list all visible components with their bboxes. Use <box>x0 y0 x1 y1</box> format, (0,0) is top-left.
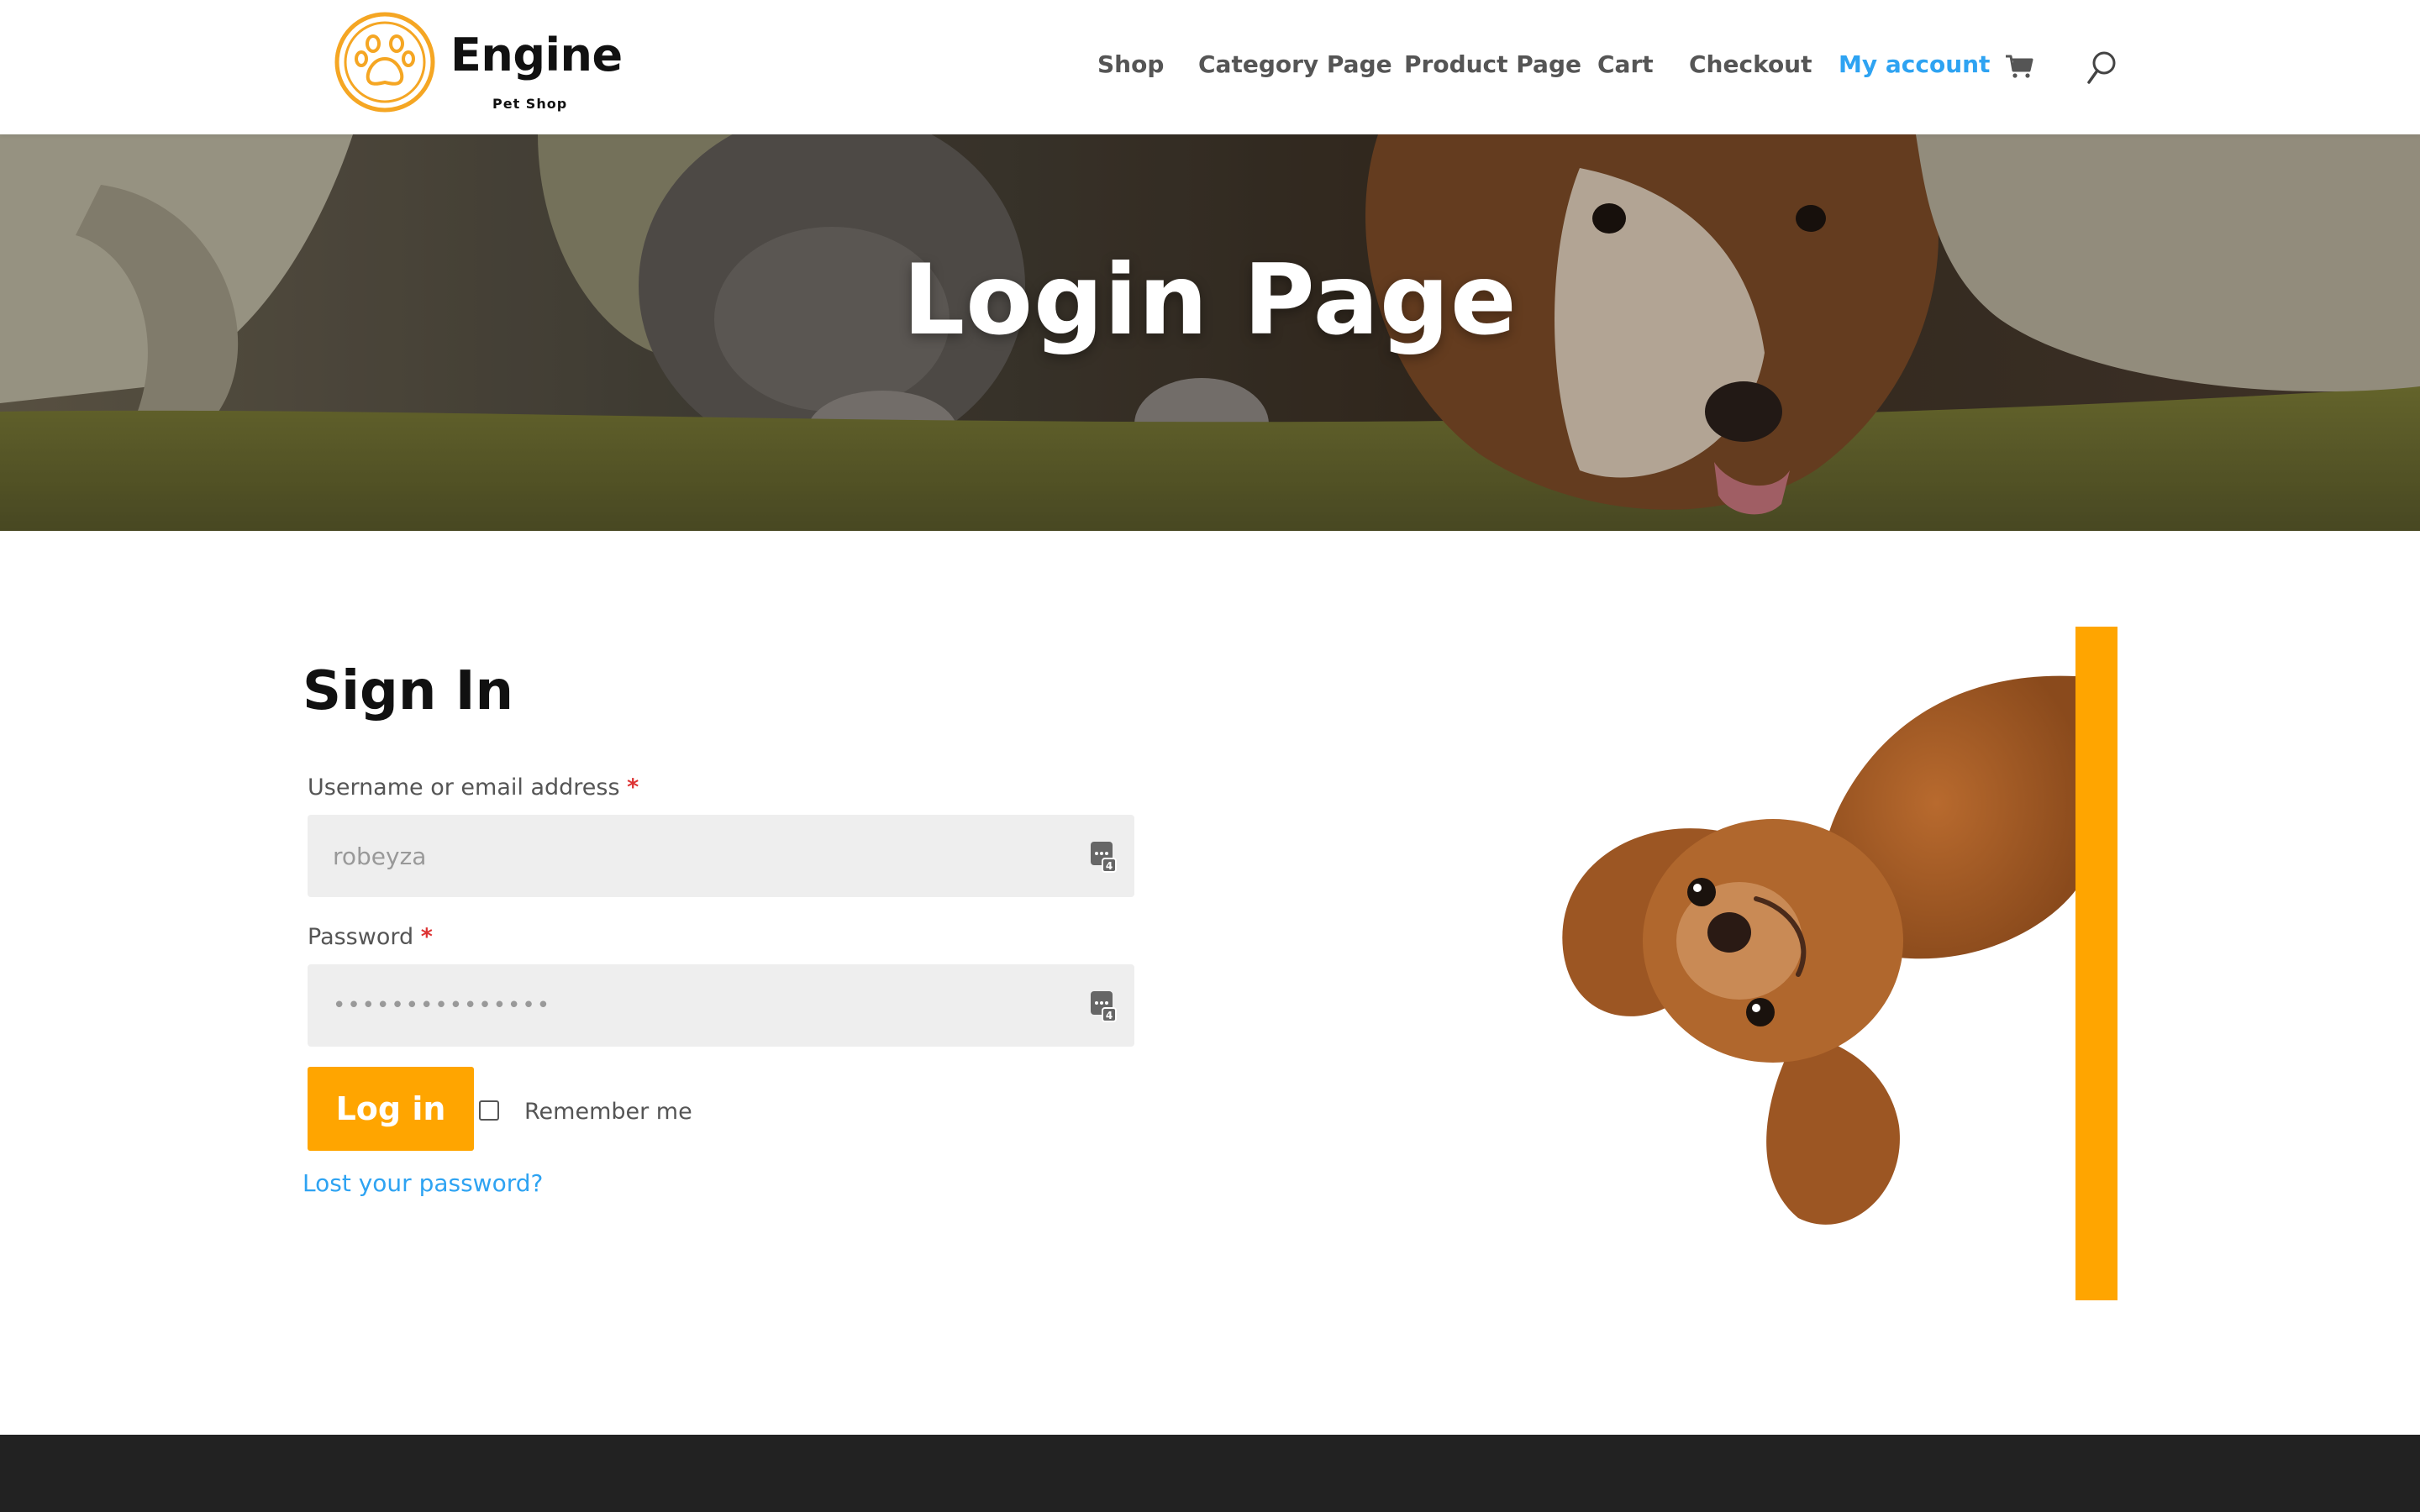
accent-bar <box>2075 627 2118 1300</box>
password-manager-icon[interactable]: 4 <box>1089 990 1118 1023</box>
hero-banner: Login Page <box>0 134 2420 531</box>
site-footer <box>0 1435 2420 1512</box>
password-label: Password * <box>308 924 433 950</box>
password-label-text: Password <box>308 924 414 950</box>
page-title: Login Page <box>902 244 1518 357</box>
main-nav: Shop Category Page Product Page Cart Che… <box>0 50 2420 84</box>
username-label: Username or email address * <box>308 774 639 801</box>
nav-cart[interactable]: Cart <box>1597 50 1654 78</box>
nav-checkout[interactable]: Checkout <box>1689 50 1812 78</box>
nav-my-account[interactable]: My account <box>1839 50 1990 78</box>
username-input[interactable] <box>308 815 1134 897</box>
password-input[interactable] <box>308 964 1134 1047</box>
username-label-text: Username or email address <box>308 774 620 801</box>
remember-me-checkbox[interactable] <box>479 1100 499 1121</box>
password-manager-icon[interactable]: 4 <box>1089 840 1118 874</box>
required-mark: * <box>420 924 433 950</box>
svg-text:4: 4 <box>1106 1010 1113 1021</box>
required-mark: * <box>627 774 639 801</box>
cart-icon[interactable] <box>2005 54 2033 79</box>
search-icon[interactable] <box>2086 50 2118 86</box>
nav-shop[interactable]: Shop <box>1097 50 1164 78</box>
lost-password-link[interactable]: Lost your password? <box>302 1169 543 1197</box>
logo-subtitle: Pet Shop <box>492 96 568 112</box>
signin-title: Sign In <box>302 660 514 722</box>
svg-text:4: 4 <box>1106 860 1113 872</box>
nav-product-page[interactable]: Product Page <box>1404 50 1581 78</box>
dog-picture <box>1562 675 2075 1225</box>
login-button[interactable]: Log in <box>308 1067 474 1151</box>
site-header: Engine Pet Shop Shop Category Page Produ… <box>0 0 2420 134</box>
nav-category-page[interactable]: Category Page <box>1198 50 1392 78</box>
remember-me-label[interactable]: Remember me <box>524 1099 692 1125</box>
